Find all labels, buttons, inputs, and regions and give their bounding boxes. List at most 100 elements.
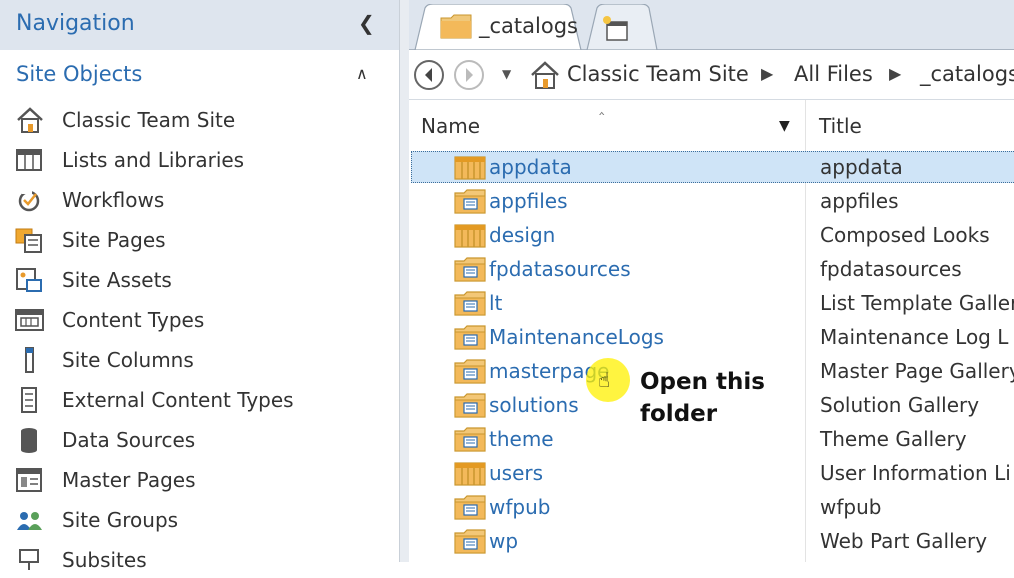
hand-cursor-icon: ☝ — [598, 368, 611, 392]
breadcrumb-item[interactable]: _catalogs — [920, 62, 1014, 86]
file-title: wfpub — [820, 495, 882, 519]
navigation-title: Navigation — [16, 11, 135, 36]
library-folder-icon — [454, 325, 486, 350]
nav-item-label: Lists and Libraries — [62, 148, 245, 172]
file-title: Web Part Gallery — [820, 529, 988, 553]
file-name[interactable]: solutions — [489, 393, 579, 417]
file-name[interactable]: wfpub — [489, 495, 550, 519]
nav-item-site-assets[interactable]: Site Assets — [14, 262, 394, 298]
file-row[interactable]: users User Information Li — [409, 457, 1014, 491]
breadcrumb-chevron-icon[interactable]: ▶ — [761, 64, 773, 83]
nav-item-site-groups[interactable]: Site Groups — [14, 502, 394, 538]
file-name[interactable]: wp — [489, 529, 518, 553]
tab-catalogs[interactable]: _catalogs — [413, 4, 583, 50]
nav-item-classic-team-site[interactable]: Classic Team Site — [14, 102, 394, 138]
breadcrumb-item[interactable]: Classic Team Site — [567, 62, 749, 86]
chevron-left-icon[interactable]: ❮ — [358, 11, 375, 35]
file-name[interactable]: MaintenanceLogs — [489, 325, 664, 349]
library-folder-icon — [454, 427, 486, 452]
groups-icon — [17, 512, 42, 530]
file-title: fpdatasources — [820, 257, 962, 281]
library-folder-icon — [454, 529, 486, 554]
file-browser-pane: _catalogs ▼ Classic Team Site ▶ All File… — [409, 0, 1014, 562]
library-folder-icon — [454, 189, 486, 214]
nav-item-lists-and-libraries[interactable]: Lists and Libraries — [14, 142, 394, 178]
nav-item-content-types[interactable]: Content Types — [14, 302, 394, 338]
file-title: appfiles — [820, 189, 899, 213]
nav-item-master-pages[interactable]: Master Pages — [14, 462, 394, 498]
column-header-title[interactable]: Title — [819, 114, 862, 138]
nav-item-external-content-types[interactable]: External Content Types — [14, 382, 394, 418]
file-row[interactable]: design Composed Looks — [409, 219, 1014, 253]
tab-label: _catalogs — [479, 14, 578, 38]
file-row[interactable]: wfpub wfpub — [409, 491, 1014, 525]
navigation-pane: Navigation ❮ Site Objects ∧ Classic Team… — [0, 0, 399, 572]
list-icon — [16, 149, 42, 171]
folder-icon — [440, 14, 472, 39]
workflow-icon — [18, 188, 40, 212]
nav-item-label: Master Pages — [62, 468, 196, 492]
file-row[interactable]: fpdatasources fpdatasources — [409, 253, 1014, 287]
nav-item-workflows[interactable]: Workflows — [14, 182, 394, 218]
nav-item-label: Workflows — [62, 188, 165, 212]
navigation-header: Navigation ❮ — [0, 0, 399, 50]
annotation-callout: Open this folder — [640, 369, 765, 427]
file-name[interactable]: appfiles — [489, 189, 568, 213]
nav-item-subsites[interactable]: Subsites — [14, 542, 394, 578]
nav-item-label: Classic Team Site — [62, 108, 236, 132]
file-title: Maintenance Log L — [820, 325, 1009, 349]
library-folder-icon — [454, 359, 486, 384]
list-folder-icon — [454, 462, 486, 486]
file-title: appdata — [820, 155, 903, 179]
file-title: Solution Gallery — [820, 393, 980, 417]
chevron-up-icon[interactable]: ∧ — [356, 64, 368, 83]
nav-item-label: Site Groups — [62, 508, 179, 532]
pane-splitter[interactable] — [399, 0, 409, 562]
nav-item-label: Site Assets — [62, 268, 172, 292]
home-icon[interactable] — [529, 59, 561, 91]
home-icon — [17, 107, 43, 133]
new-tab-icon — [603, 16, 628, 41]
file-name[interactable]: lt — [489, 291, 502, 315]
external-content-icon — [21, 387, 37, 413]
file-row[interactable]: appdata appdata — [409, 151, 1014, 185]
pages-icon — [15, 228, 42, 253]
breadcrumb-item[interactable]: All Files — [794, 62, 873, 86]
database-icon — [21, 428, 37, 453]
file-name[interactable]: users — [489, 461, 543, 485]
address-bar: ▼ Classic Team Site ▶ All Files ▶ _catal… — [409, 50, 1014, 100]
file-title: Composed Looks — [820, 223, 990, 247]
tab-bar: _catalogs — [409, 0, 1014, 50]
assets-icon — [16, 268, 42, 292]
column-filter-dropdown-icon[interactable]: ▼ — [779, 118, 790, 134]
file-name[interactable]: theme — [489, 427, 554, 451]
content-types-icon — [15, 309, 44, 331]
file-name[interactable]: fpdatasources — [489, 257, 631, 281]
file-row[interactable]: wp Web Part Gallery — [409, 525, 1014, 559]
forward-button[interactable] — [453, 59, 485, 91]
nav-item-label: Site Pages — [62, 228, 166, 252]
new-tab-button[interactable] — [585, 4, 659, 50]
column-header-name[interactable]: Name — [421, 114, 480, 138]
file-name[interactable]: appdata — [489, 155, 572, 179]
column-header-row: Name ▼ Title — [409, 100, 1014, 150]
library-folder-icon — [454, 291, 486, 316]
history-dropdown-icon[interactable]: ▼ — [502, 67, 511, 81]
nav-item-label: External Content Types — [62, 388, 294, 412]
nav-item-data-sources[interactable]: Data Sources — [14, 422, 394, 458]
site-objects-header[interactable]: Site Objects — [16, 62, 142, 86]
library-folder-icon — [454, 257, 486, 282]
nav-item-site-pages[interactable]: Site Pages — [14, 222, 394, 258]
file-name[interactable]: design — [489, 223, 555, 247]
file-title: User Information Li — [820, 461, 1011, 485]
sort-ascending-icon: ‸ — [599, 96, 605, 115]
file-row[interactable]: appfiles appfiles — [409, 185, 1014, 219]
file-title: Master Page Gallery — [820, 359, 1014, 383]
nav-item-label: Data Sources — [62, 428, 196, 452]
breadcrumb-chevron-icon[interactable]: ▶ — [889, 64, 901, 83]
master-pages-icon — [16, 468, 42, 492]
nav-item-site-columns[interactable]: Site Columns — [14, 342, 394, 378]
file-row[interactable]: MaintenanceLogs Maintenance Log L — [409, 321, 1014, 355]
back-button[interactable] — [413, 59, 445, 91]
file-row[interactable]: lt List Template Galler — [409, 287, 1014, 321]
